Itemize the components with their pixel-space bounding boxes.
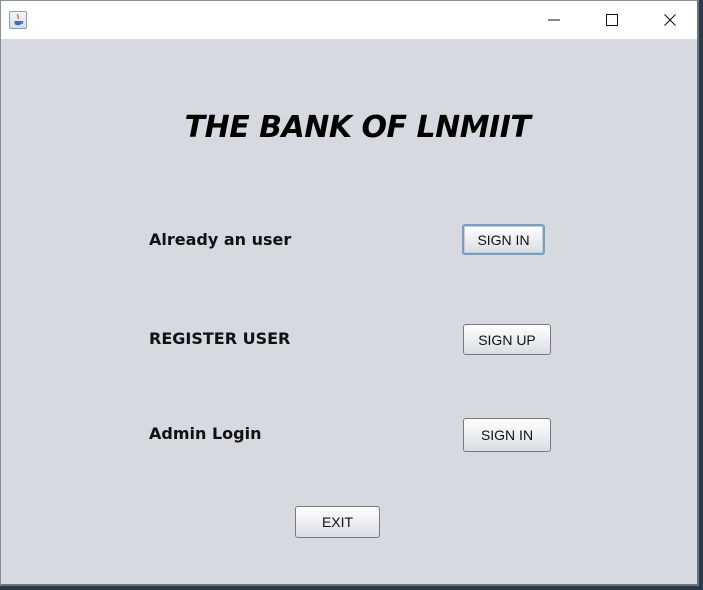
java-icon[interactable] [9,11,27,29]
sign-up-button[interactable]: SIGN UP [463,324,551,355]
register-user-label: REGISTER USER [149,329,291,348]
admin-sign-in-button[interactable]: SIGN IN [463,418,551,452]
maximize-button[interactable] [589,1,635,39]
exit-button[interactable]: EXIT [295,506,380,538]
close-button[interactable] [647,1,693,39]
close-icon [664,14,676,26]
bank-title: THE BANK OF LNMIIT [184,110,531,145]
maximize-icon [606,14,618,26]
app-window: THE BANK OF LNMIIT Already an user SIGN … [0,0,699,586]
admin-login-label: Admin Login [149,424,262,443]
main-panel: THE BANK OF LNMIIT Already an user SIGN … [1,39,697,584]
minimize-icon [548,19,560,21]
existing-user-label: Already an user [149,230,292,249]
minimize-button[interactable] [531,1,577,39]
sign-in-button[interactable]: SIGN IN [462,224,545,255]
title-bar[interactable] [1,1,697,39]
